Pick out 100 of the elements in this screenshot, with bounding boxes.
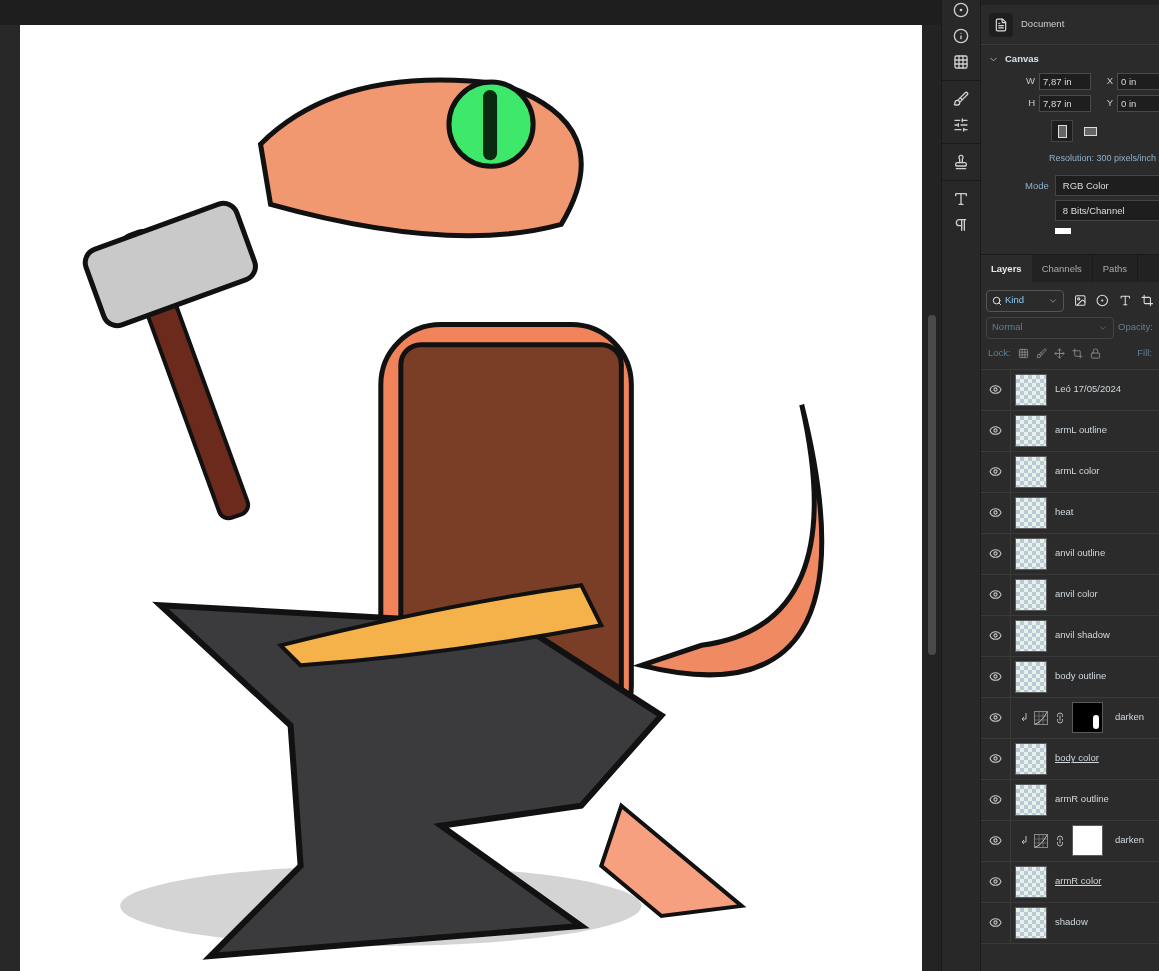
- panel-tab[interactable]: Layers: [981, 254, 1032, 282]
- brush-list-icon[interactable]: [953, 91, 969, 107]
- layer-thumbnail: [1015, 619, 1047, 652]
- visibility-eye-icon[interactable]: [989, 752, 1002, 765]
- bit-depth-dropdown[interactable]: 8 Bits/Channel: [1054, 199, 1159, 221]
- visibility-eye-icon[interactable]: [989, 547, 1002, 560]
- field-label: H: [1027, 96, 1035, 111]
- search-icon: [992, 295, 1002, 306]
- layer-thumbnail: [1015, 537, 1047, 570]
- grid-icon[interactable]: [953, 54, 969, 70]
- info-icon[interactable]: [953, 28, 969, 44]
- layer-thumbnail: [1015, 496, 1047, 529]
- layer-name[interactable]: body color: [1055, 751, 1099, 766]
- curves-icon: [1034, 710, 1048, 725]
- layer-thumbnail: [1015, 373, 1047, 406]
- shape-filter-icon[interactable]: [1141, 294, 1154, 307]
- visibility-eye-icon[interactable]: [989, 588, 1002, 601]
- layer-row[interactable]: armR outline: [981, 779, 1159, 821]
- type-filter-icon[interactable]: [1118, 294, 1132, 307]
- layer-row[interactable]: anvil outline: [981, 533, 1159, 575]
- clip-arrow-icon: [1021, 836, 1028, 845]
- sliders-icon[interactable]: [953, 117, 969, 133]
- layer-thumbnail: [1015, 578, 1047, 611]
- section-title: Document: [1021, 17, 1065, 32]
- lock-paint-icon[interactable]: [1035, 348, 1047, 359]
- field-label: Y: [1105, 96, 1113, 111]
- scrollbar[interactable]: [922, 25, 941, 971]
- panel-tab[interactable]: Paths: [1092, 254, 1139, 282]
- layer-name[interactable]: armR color: [1055, 874, 1102, 889]
- visibility-eye-icon[interactable]: [989, 629, 1002, 642]
- visibility-eye-icon[interactable]: [989, 916, 1002, 929]
- layer-name[interactable]: anvil outline: [1055, 546, 1106, 561]
- layer-thumbnail: [1015, 865, 1047, 898]
- input-field[interactable]: 0 in: [1117, 73, 1159, 90]
- visibility-eye-icon[interactable]: [989, 670, 1002, 683]
- clip-arrow-icon: [1021, 713, 1028, 722]
- filter-dropdown[interactable]: Kind: [986, 289, 1064, 312]
- visibility-eye-icon[interactable]: [989, 711, 1002, 724]
- layer-name[interactable]: Leó 17/05/2024: [1055, 382, 1122, 397]
- layer-row[interactable]: body color: [981, 738, 1159, 780]
- layer-name[interactable]: body outline: [1055, 669, 1107, 684]
- layer-row[interactable]: shadow: [981, 902, 1159, 944]
- visibility-eye-icon[interactable]: [989, 383, 1002, 396]
- stamp-icon[interactable]: [953, 154, 969, 170]
- character-icon[interactable]: [953, 191, 969, 207]
- visibility-eye-icon[interactable]: [989, 834, 1002, 847]
- layer-name[interactable]: anvil shadow: [1055, 628, 1110, 643]
- link-icon[interactable]: [1054, 711, 1066, 724]
- lock-label: Lock:: [988, 346, 1011, 361]
- layer-row[interactable]: darken: [981, 820, 1159, 862]
- layer-row[interactable]: armL outline: [981, 410, 1159, 452]
- layer-name[interactable]: armL outline: [1055, 423, 1107, 438]
- visibility-eye-icon[interactable]: [989, 875, 1002, 888]
- layer-name[interactable]: shadow: [1055, 915, 1088, 930]
- layer-name[interactable]: armR outline: [1055, 792, 1109, 807]
- visibility-eye-icon[interactable]: [989, 465, 1002, 478]
- filter-value: Kind: [1005, 293, 1024, 308]
- layer-thumbnail: [1015, 783, 1047, 816]
- layer-name[interactable]: heat: [1055, 505, 1074, 520]
- layer-row[interactable]: Leó 17/05/2024: [981, 369, 1159, 411]
- paragraph-icon[interactable]: [953, 217, 969, 233]
- layer-row[interactable]: armR color: [981, 861, 1159, 903]
- mode-dropdown[interactable]: RGB Color: [1054, 174, 1159, 196]
- layer-row[interactable]: heat: [981, 492, 1159, 534]
- input-field[interactable]: 0 in: [1117, 95, 1159, 112]
- layer-row[interactable]: anvil shadow: [981, 615, 1159, 657]
- input-field[interactable]: 7,87 in: [1039, 73, 1091, 90]
- curves-icon: [1034, 833, 1048, 848]
- field-label: X: [1105, 74, 1113, 89]
- visibility-eye-icon[interactable]: [989, 793, 1002, 806]
- panel-tab[interactable]: Channels: [1031, 254, 1093, 282]
- layer-thumbnail: [1015, 455, 1047, 488]
- mode-label: Mode: [1025, 178, 1049, 193]
- layer-row[interactable]: anvil color: [981, 574, 1159, 616]
- lock-transparency-icon[interactable]: [1017, 348, 1029, 359]
- document-icon: [989, 12, 1013, 37]
- image-filter-icon[interactable]: [1073, 294, 1087, 307]
- layer-name[interactable]: anvil color: [1055, 587, 1098, 602]
- layer-row[interactable]: armL color: [981, 451, 1159, 493]
- layer-thumbnail: [1015, 660, 1047, 693]
- lock-icon[interactable]: [1089, 348, 1101, 359]
- layer-row[interactable]: body outline: [981, 656, 1159, 698]
- field-label: W: [1025, 74, 1035, 89]
- layer-row[interactable]: darken: [981, 697, 1159, 739]
- visibility-eye-icon[interactable]: [989, 424, 1002, 437]
- layer-name[interactable]: darken: [1115, 710, 1145, 725]
- group-title[interactable]: Canvas: [1005, 51, 1039, 67]
- layer-name[interactable]: armL color: [1055, 464, 1100, 479]
- layer-thumbnail: [1015, 742, 1047, 775]
- layer-name[interactable]: darken: [1115, 833, 1145, 848]
- layer-thumbnail: [1015, 906, 1047, 939]
- color-swatch[interactable]: [1054, 227, 1071, 234]
- portrait-button[interactable]: [1051, 120, 1073, 142]
- visibility-eye-icon[interactable]: [989, 506, 1002, 519]
- lock-move-icon[interactable]: [1053, 348, 1065, 359]
- opacity-label: Opacity:: [1118, 320, 1153, 335]
- link-icon[interactable]: [1054, 834, 1066, 847]
- input-field[interactable]: 7,87 in: [1039, 95, 1091, 112]
- fill-label: Fill:: [1137, 346, 1152, 361]
- blend-mode-value: Normal: [992, 320, 1023, 335]
